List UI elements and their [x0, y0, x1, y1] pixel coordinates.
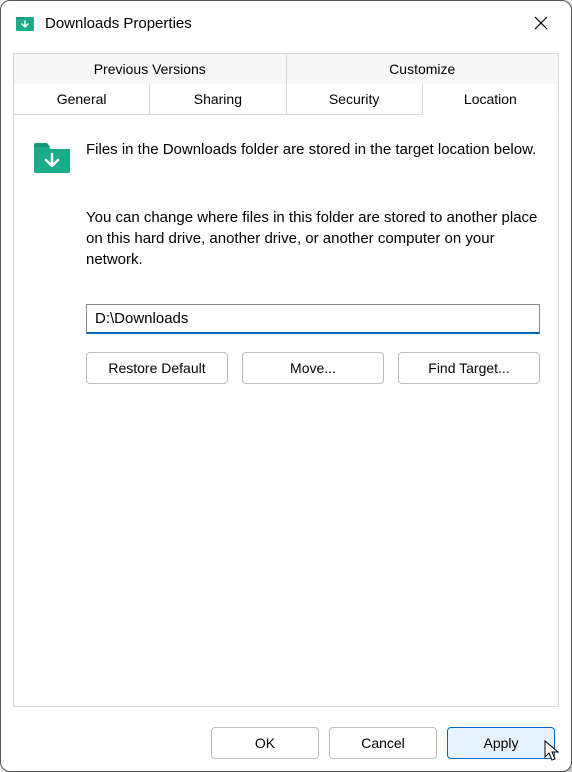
- properties-dialog: Downloads Properties Previous Versions C…: [0, 0, 572, 772]
- tab-previous-versions[interactable]: Previous Versions: [13, 53, 286, 84]
- apply-button[interactable]: Apply: [447, 727, 555, 759]
- location-panel: Files in the Downloads folder are stored…: [13, 115, 559, 707]
- titlebar: Downloads Properties: [1, 1, 571, 45]
- tab-strip: Previous Versions Customize General Shar…: [13, 53, 559, 115]
- downloads-folder-large-icon: [32, 139, 72, 175]
- cancel-button[interactable]: Cancel: [329, 727, 437, 759]
- location-path-input[interactable]: [86, 304, 540, 334]
- downloads-folder-icon: [15, 13, 35, 33]
- close-button[interactable]: [519, 5, 563, 41]
- find-target-button[interactable]: Find Target...: [398, 352, 540, 384]
- tab-sharing[interactable]: Sharing: [150, 84, 286, 115]
- description-text: You can change where files in this folde…: [86, 207, 540, 270]
- restore-default-button[interactable]: Restore Default: [86, 352, 228, 384]
- dialog-footer: OK Cancel Apply: [1, 715, 571, 771]
- window-title: Downloads Properties: [45, 15, 519, 32]
- info-text: Files in the Downloads folder are stored…: [86, 139, 536, 160]
- tab-general[interactable]: General: [13, 84, 150, 115]
- tab-security[interactable]: Security: [287, 84, 423, 115]
- move-button[interactable]: Move...: [242, 352, 384, 384]
- content-area: Previous Versions Customize General Shar…: [1, 45, 571, 715]
- tab-customize[interactable]: Customize: [286, 53, 560, 84]
- action-button-row: Restore Default Move... Find Target...: [86, 352, 540, 384]
- ok-button[interactable]: OK: [211, 727, 319, 759]
- tab-location[interactable]: Location: [423, 84, 559, 115]
